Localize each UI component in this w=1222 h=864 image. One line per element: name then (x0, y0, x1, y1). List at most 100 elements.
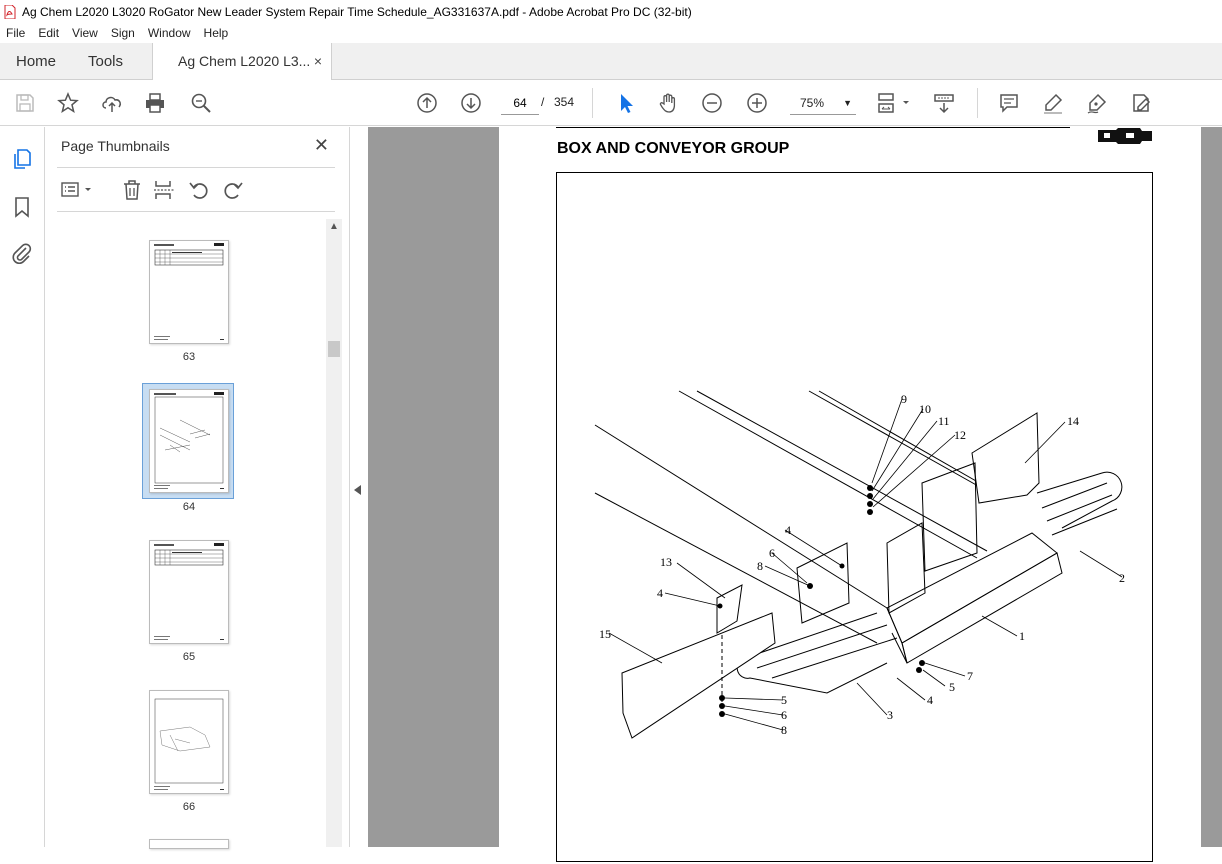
highlighter-icon[interactable] (1041, 91, 1065, 115)
trash-icon[interactable] (121, 179, 143, 201)
zoom-search-icon[interactable] (189, 91, 213, 115)
menu-sign[interactable]: Sign (105, 26, 142, 40)
tab-document-label: Ag Chem L2020 L3... (178, 53, 311, 69)
comment-icon[interactable] (997, 91, 1021, 115)
menu-window[interactable]: Window (142, 26, 198, 40)
hand-icon[interactable] (656, 91, 680, 115)
callout-6: 6 (781, 708, 787, 722)
chevron-down-icon: ▼ (843, 98, 852, 108)
thumbnail-page-next[interactable] (149, 839, 229, 849)
callout-2: 2 (1119, 571, 1125, 585)
menu-file[interactable]: File (0, 26, 32, 40)
panel-divider (57, 167, 335, 168)
tab-home[interactable]: Home (16, 43, 56, 80)
thumbnail-options-icon[interactable] (60, 179, 94, 201)
callout-4: 4 (657, 586, 663, 600)
header-rule (556, 127, 1070, 128)
thumbnail-page-63[interactable] (149, 240, 229, 344)
insert-page-icon[interactable] (153, 179, 175, 201)
pdf-file-icon (4, 4, 16, 19)
callout-6: 6 (769, 546, 775, 560)
rotate-counterclockwise-icon[interactable] (188, 179, 210, 201)
diagram-frame: 9 10 11 12 14 2 1 7 5 4 3 5 6 8 4 13 4 6… (556, 172, 1153, 862)
save-icon[interactable] (13, 91, 37, 115)
document-view[interactable]: BOX AND CONVEYOR GROUP 9 10 11 12 14 2 1… (368, 127, 1222, 862)
thumbnail-66-preview (154, 698, 224, 790)
edit-pdf-icon[interactable] (1129, 91, 1153, 115)
pdf-page: BOX AND CONVEYOR GROUP 9 10 11 12 14 2 1… (499, 127, 1201, 862)
minus-circle-icon[interactable] (700, 91, 724, 115)
callout-13: 13 (660, 555, 672, 569)
star-icon[interactable] (56, 91, 80, 115)
print-icon[interactable] (143, 91, 167, 115)
callout-8: 8 (757, 559, 763, 573)
page-thumbnails-icon[interactable] (10, 147, 34, 171)
tab-tools[interactable]: Tools (88, 43, 123, 80)
thumbnails-scrollbar[interactable]: ▲ (326, 219, 342, 847)
paperclip-icon[interactable] (10, 241, 34, 265)
left-navigation-rail (0, 127, 45, 847)
page-number-input[interactable] (501, 91, 539, 115)
total-pages: 354 (554, 95, 575, 109)
callout-1: 1 (1019, 629, 1025, 643)
thumbnail-page-65[interactable] (149, 540, 229, 644)
thumbnail-label: 64 (182, 501, 196, 513)
zoom-select[interactable]: 75% ▼ (790, 91, 856, 115)
page-thumbnails-panel: Page Thumbnails ✕ 63 64 65 66 ▲ (45, 127, 350, 849)
thumbnail-63-preview (154, 243, 224, 340)
arrow-down-circle-icon[interactable] (459, 91, 483, 115)
rotate-clockwise-icon[interactable] (222, 179, 244, 201)
page-heading: BOX AND CONVEYOR GROUP (557, 140, 790, 157)
menu-help[interactable]: Help (198, 26, 236, 40)
scrollbar-thumb[interactable] (328, 341, 340, 357)
callout-5: 5 (781, 693, 787, 707)
panel-close-icon[interactable]: ✕ (314, 135, 329, 156)
thumbnail-page-66[interactable] (149, 690, 229, 794)
panel-collapse-handle[interactable] (350, 127, 368, 847)
pen-sign-icon[interactable] (1085, 91, 1109, 115)
panel-divider (57, 211, 335, 212)
thumbnail-label: 65 (182, 651, 196, 663)
tab-bar: Home Tools Ag Chem L2020 L3... × (0, 43, 1222, 81)
window-titlebar: Ag Chem L2020 L3020 RoGator New Leader S… (0, 0, 1222, 23)
collapse-arrow-icon (354, 485, 361, 495)
panel-title: Page Thumbnails (61, 138, 170, 154)
menu-edit[interactable]: Edit (32, 26, 66, 40)
page-fit-icon[interactable] (876, 91, 912, 115)
scroll-up-icon[interactable]: ▲ (326, 221, 342, 232)
menu-view[interactable]: View (66, 26, 105, 40)
upload-icon[interactable] (100, 91, 124, 115)
callout-9: 9 (901, 392, 907, 406)
callout-7: 7 (967, 669, 973, 683)
callout-5: 5 (949, 680, 955, 694)
menu-bar: File Edit View Sign Window Help (0, 23, 1222, 43)
scroll-mode-icon[interactable] (932, 91, 956, 115)
page-separator: / (541, 95, 545, 109)
brand-logo (1098, 128, 1152, 144)
callout-8: 8 (781, 723, 787, 737)
plus-circle-icon[interactable] (745, 91, 769, 115)
callout-12: 12 (954, 428, 966, 442)
callout-11: 11 (938, 414, 950, 428)
thumbnail-65-preview (154, 543, 224, 640)
arrow-up-circle-icon[interactable] (415, 91, 439, 115)
window-title: Ag Chem L2020 L3020 RoGator New Leader S… (22, 4, 692, 19)
thumbnail-page-64[interactable] (149, 389, 229, 493)
tab-close-icon[interactable]: × (314, 43, 322, 80)
zoom-value: 75% (800, 96, 825, 110)
thumbnail-label: 66 (182, 801, 196, 813)
toolbar-divider (977, 88, 978, 118)
callout-4: 4 (927, 693, 933, 707)
cursor-arrow-icon[interactable] (614, 91, 638, 115)
callout-10: 10 (919, 402, 931, 416)
thumbnail-64-preview (154, 392, 224, 489)
callout-14: 14 (1067, 414, 1079, 428)
callout-3: 3 (887, 708, 893, 722)
tab-document[interactable]: Ag Chem L2020 L3... × (152, 43, 332, 81)
thumbnail-label: 63 (182, 351, 196, 363)
callout-15: 15 (599, 627, 611, 641)
main-toolbar: / 354 75% ▼ (0, 80, 1222, 126)
exploded-parts-diagram: 9 10 11 12 14 2 1 7 5 4 3 5 6 8 4 13 4 6… (594, 390, 1125, 739)
bookmark-icon[interactable] (10, 195, 34, 219)
callout-4: 4 (785, 523, 791, 537)
